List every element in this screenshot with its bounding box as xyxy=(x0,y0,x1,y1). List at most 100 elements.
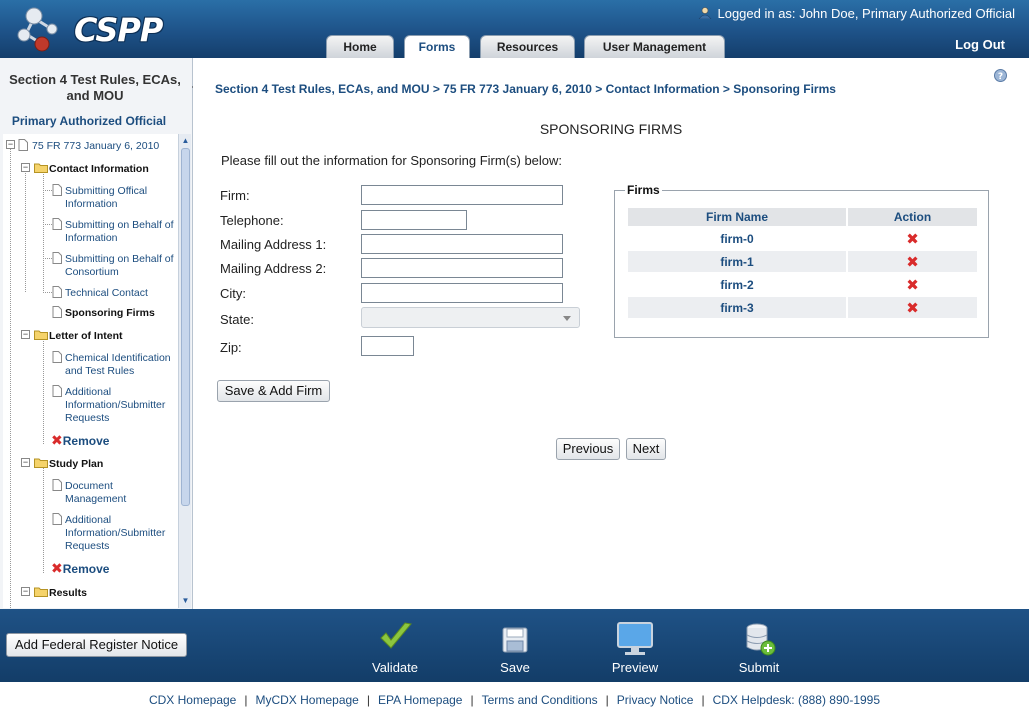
submit-button[interactable]: Submit xyxy=(719,609,799,682)
tree-item-submitting-official[interactable]: Submitting Offical Information xyxy=(65,185,177,211)
instructions-text: Please fill out the information for Spon… xyxy=(221,153,563,168)
tab-user-management[interactable]: User Management xyxy=(584,35,725,58)
page-icon xyxy=(52,351,62,363)
page-icon xyxy=(18,139,28,151)
city-input[interactable] xyxy=(361,283,563,303)
user-icon xyxy=(698,7,712,19)
scroll-thumb[interactable] xyxy=(181,148,190,506)
footer-link-terms[interactable]: Terms and Conditions xyxy=(482,693,598,707)
tree-line xyxy=(10,146,11,608)
firm-name-cell[interactable]: firm-1 xyxy=(628,251,846,272)
tab-forms-label: Forms xyxy=(418,40,456,54)
footer-separator: | xyxy=(244,693,248,707)
zip-input[interactable] xyxy=(361,336,414,356)
firm-name-cell[interactable]: firm-3 xyxy=(628,297,846,318)
tree-item-results[interactable]: Results xyxy=(49,587,87,600)
tree-item-additional-info-2[interactable]: Additional Information/Submitter Request… xyxy=(65,514,177,553)
delete-firm-button[interactable]: ✖ xyxy=(848,274,977,295)
chevron-down-icon xyxy=(563,316,571,321)
folder-icon xyxy=(34,163,48,173)
scroll-down-icon[interactable]: ▼ xyxy=(180,595,191,606)
tree-item-submitting-behalf-consortium[interactable]: Submitting on Behalf of Consortium xyxy=(65,253,177,279)
cspp-logo[interactable]: CSPP xyxy=(12,4,163,52)
state-select[interactable] xyxy=(361,307,580,328)
preview-label: Preview xyxy=(611,660,659,675)
city-label: City: xyxy=(220,286,246,301)
tree-item-contact-information[interactable]: Contact Information xyxy=(49,163,149,176)
next-button[interactable]: Next xyxy=(626,438,666,460)
save-disk-icon xyxy=(502,627,528,653)
tree-item-letter-of-intent[interactable]: Letter of Intent xyxy=(49,330,123,343)
tree-line xyxy=(43,224,52,225)
previous-button[interactable]: Previous xyxy=(556,438,620,460)
validate-button[interactable]: Validate xyxy=(355,609,435,682)
delete-firm-button[interactable]: ✖ xyxy=(848,251,977,272)
user-role-label: Primary Authorized Official xyxy=(11,114,167,128)
footer-link-helpdesk[interactable]: CDX Helpdesk: (888) 890-1995 xyxy=(713,693,880,707)
tree-line xyxy=(43,258,52,259)
help-icon[interactable]: ? xyxy=(994,69,1007,82)
login-user: John Doe, Primary Authorized Official xyxy=(799,6,1015,21)
firm-input[interactable] xyxy=(361,185,563,205)
delete-icon: ✖ xyxy=(906,253,919,271)
tree-item-remove-2[interactable]: ✖Remove xyxy=(51,560,110,576)
logout-link[interactable]: Log Out xyxy=(955,37,1005,52)
mailing-address-1-input[interactable] xyxy=(361,234,563,254)
table-row: firm-0 ✖ xyxy=(628,228,977,249)
page-icon xyxy=(52,513,62,525)
footer-link-epa-homepage[interactable]: EPA Homepage xyxy=(378,693,463,707)
scroll-up-icon[interactable]: ▲ xyxy=(180,135,191,146)
page-icon xyxy=(52,286,62,298)
footer-link-privacy[interactable]: Privacy Notice xyxy=(617,693,694,707)
address2-label: Mailing Address 2: xyxy=(220,261,327,276)
app-header: CSPP Logged in as: John Doe, Primary Aut… xyxy=(0,0,1029,58)
tab-home[interactable]: Home xyxy=(326,35,394,58)
tree-item-study-plan[interactable]: Study Plan xyxy=(49,458,103,471)
tab-home-label: Home xyxy=(343,40,377,54)
table-row: firm-2 ✖ xyxy=(628,274,977,295)
breadcrumb[interactable]: Section 4 Test Rules, ECAs, and MOU > 75… xyxy=(215,82,836,96)
tab-resources-label: Resources xyxy=(496,40,559,54)
preview-button[interactable]: Preview xyxy=(595,609,675,682)
tree-item-submitting-behalf-information[interactable]: Submitting on Behalf of Information xyxy=(65,219,177,245)
tab-resources[interactable]: Resources xyxy=(480,35,575,58)
delete-firm-button[interactable]: ✖ xyxy=(848,297,977,318)
save-button[interactable]: Save xyxy=(475,609,555,682)
tree-collapse-toggle[interactable]: − xyxy=(21,163,30,172)
tree-item-sponsoring-firms[interactable]: Sponsoring Firms xyxy=(65,307,155,320)
telephone-input[interactable] xyxy=(361,210,467,230)
footer-link-cdx-homepage[interactable]: CDX Homepage xyxy=(149,693,236,707)
footer-link-mycdx-homepage[interactable]: MyCDX Homepage xyxy=(255,693,358,707)
footer-separator: | xyxy=(366,693,370,707)
tree-item-remove-1[interactable]: ✖Remove xyxy=(51,433,109,448)
tree-collapse-toggle[interactable]: − xyxy=(21,458,30,467)
page-icon xyxy=(52,218,62,230)
tab-user-management-label: User Management xyxy=(602,40,707,54)
remove-label: Remove xyxy=(62,562,110,576)
tree-collapse-toggle[interactable]: − xyxy=(21,587,30,596)
left-panel-heading: Section 4 Test Rules, ECAs, and MOU xyxy=(9,72,181,103)
tree-item-root[interactable]: 75 FR 773 January 6, 2010 xyxy=(32,140,159,153)
save-add-firm-button[interactable]: Save & Add Firm xyxy=(217,380,330,402)
remove-icon: ✖ xyxy=(51,560,63,576)
tab-forms[interactable]: Forms xyxy=(404,35,470,58)
tree-scrollbar[interactable]: ▲ ▼ xyxy=(178,134,191,608)
firm-name-cell[interactable]: firm-2 xyxy=(628,274,846,295)
tree-item-chemical-identification[interactable]: Chemical Identification and Test Rules xyxy=(65,352,177,378)
table-row: firm-3 ✖ xyxy=(628,297,977,318)
tree-collapse-toggle[interactable]: − xyxy=(6,140,15,149)
delete-icon: ✖ xyxy=(906,276,919,294)
add-federal-register-notice-button[interactable]: Add Federal Register Notice xyxy=(6,633,187,657)
mailing-address-2-input[interactable] xyxy=(361,258,563,278)
svg-text:?: ? xyxy=(998,72,1003,82)
action-header: Action xyxy=(848,208,977,226)
tree-item-technical-contact[interactable]: Technical Contact xyxy=(65,287,148,300)
tree-collapse-toggle[interactable]: − xyxy=(21,330,30,339)
firm-name-header: Firm Name xyxy=(628,208,846,226)
firm-name-cell[interactable]: firm-0 xyxy=(628,228,846,249)
tree-item-document-management[interactable]: Document Management xyxy=(65,480,165,506)
folder-icon xyxy=(34,330,48,340)
tree-item-additional-info-1[interactable]: Additional Information/Submitter Request… xyxy=(65,386,177,425)
delete-firm-button[interactable]: ✖ xyxy=(848,228,977,249)
tree-line xyxy=(43,339,44,444)
